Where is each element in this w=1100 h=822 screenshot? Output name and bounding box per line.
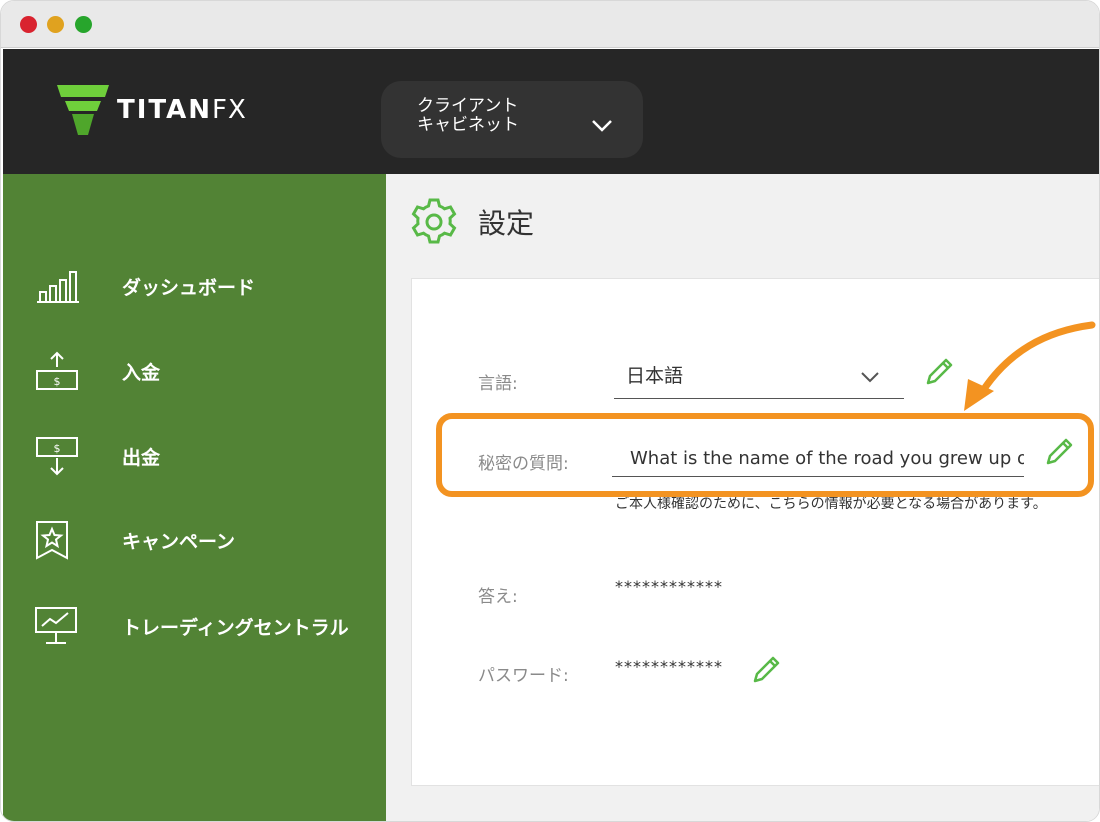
secret-question-label: 秘密の質問: [478, 454, 569, 474]
sidebar-item-campaign[interactable]: キャンペーン [3, 512, 386, 572]
secret-question-field[interactable] [612, 435, 1024, 477]
chevron-down-icon [861, 372, 879, 383]
chevron-down-icon [592, 120, 612, 132]
bar-chart-icon [37, 271, 79, 303]
browser-window: TITANFX クライアント キャビネット ダッシュボード $ 入金 $ 出金 … [0, 0, 1100, 822]
titanfx-logo[interactable]: TITANFX [55, 83, 247, 137]
main-content: 設定 言語: 日本語 秘密の質問: What is the name of th… [386, 174, 1099, 821]
close-window-button[interactable] [20, 16, 37, 33]
page-title: 設定 [478, 207, 535, 240]
password-value: ************ [615, 657, 723, 676]
edit-password-pencil-icon[interactable] [749, 653, 783, 687]
maximize-window-button[interactable] [75, 16, 92, 33]
client-cabinet-dropdown[interactable]: クライアント キャビネット [381, 81, 643, 158]
sidebar-item-label: トレーディングセントラル [122, 617, 349, 639]
svg-text:$: $ [54, 442, 61, 455]
sidebar-item-label: キャンペーン [122, 531, 236, 553]
sidebar-item-withdraw[interactable]: $ 出金 [3, 428, 386, 488]
window-titlebar [1, 1, 1099, 48]
edit-language-pencil-icon[interactable] [922, 355, 956, 389]
withdraw-icon: $ [36, 437, 78, 476]
cabinet-label: クライアント キャビネット [417, 96, 519, 135]
sidebar-item-dashboard[interactable]: ダッシュボード [3, 258, 386, 318]
campaign-star-icon [36, 521, 68, 560]
minimize-window-button[interactable] [47, 16, 64, 33]
secret-question-input[interactable] [612, 435, 1024, 475]
sidebar-item-label: 入金 [122, 362, 161, 384]
sidebar-item-deposit[interactable]: $ 入金 [3, 343, 386, 403]
sidebar-item-label: 出金 [122, 447, 161, 469]
edit-secret-question-pencil-icon[interactable] [1042, 435, 1076, 469]
sidebar: ダッシュボード $ 入金 $ 出金 キャンペーン トレーディングセントラル [3, 174, 386, 821]
settings-card: 言語: 日本語 秘密の質問: What is the name of the r… [411, 278, 1099, 786]
trading-central-icon [35, 607, 77, 644]
secret-question-hint: ご本人様確認のために、こちらの情報が必要となる場合があります。 [615, 496, 1047, 512]
page-header: 設定 [408, 196, 534, 248]
answer-value: ************ [615, 577, 723, 596]
gear-icon [411, 198, 457, 244]
sidebar-item-trading-central[interactable]: トレーディングセントラル [3, 598, 386, 658]
logo-wordmark: TITANFX [117, 95, 247, 125]
top-navigation-bar: TITANFX クライアント キャビネット [3, 49, 1099, 174]
deposit-icon: $ [36, 351, 78, 390]
language-select[interactable]: 日本語 [614, 351, 904, 399]
answer-label: 答え: [478, 587, 518, 607]
svg-text:$: $ [54, 375, 61, 388]
titan-shield-icon [57, 85, 109, 135]
sidebar-item-label: ダッシュボード [122, 277, 256, 299]
language-value: 日本語 [626, 365, 684, 387]
password-label: パスワード: [478, 666, 569, 686]
language-label: 言語: [478, 374, 518, 394]
